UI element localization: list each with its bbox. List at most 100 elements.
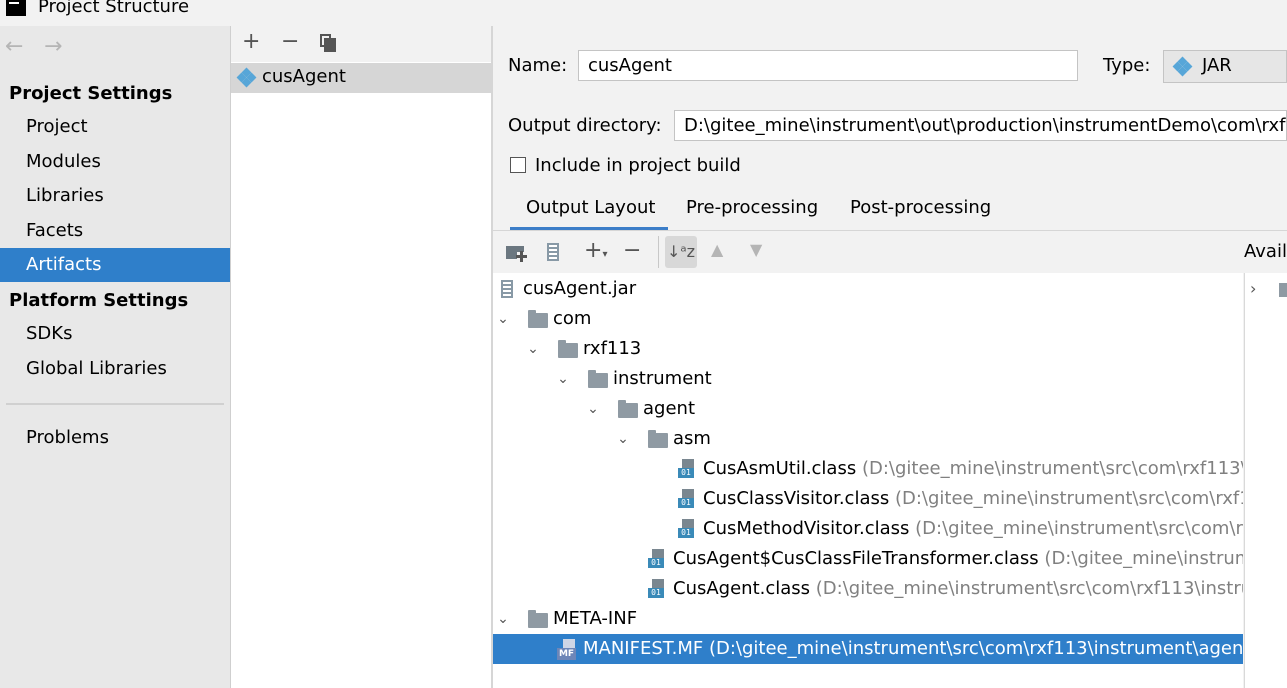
- output-layout-toolbar: +▾ − ↓ᵃz ▲ ▼ Avail: [493, 232, 1287, 272]
- tree-row-label: agent: [643, 398, 695, 419]
- add-icon[interactable]: +: [242, 29, 260, 54]
- tree-row-label: cusAgent.jar: [523, 278, 637, 299]
- tree-row-path: (D:\gitee_mine\instrument\src\com\rxf113…: [815, 578, 1243, 599]
- tabs-divider: [493, 230, 1287, 231]
- chevron-down-icon[interactable]: ⌄: [615, 424, 631, 454]
- output-layout-tree: cusAgent.jar ⌄ com ⌄ rxf113 ⌄ instrument…: [493, 273, 1243, 688]
- tree-row-label: rxf113: [583, 338, 642, 359]
- tree-row-label: CusMethodVisitor.class: [703, 518, 910, 539]
- tree-row-label: MANIFEST.MF: [583, 638, 704, 659]
- tree-row-agent[interactable]: ⌄ agent: [493, 394, 1243, 424]
- tree-row-manifest[interactable]: MF MANIFEST.MF (D:\gitee_mine\instrument…: [493, 634, 1243, 664]
- tree-row-path: (D:\gitee_mine\instrument\src\com\rxf113…: [1044, 548, 1243, 569]
- tree-row-cusasmutil[interactable]: 01 CusAsmUtil.class (D:\gitee_mine\instr…: [493, 454, 1243, 484]
- folder-icon: [528, 610, 548, 628]
- chevron-down-icon[interactable]: ⌄: [555, 364, 571, 394]
- sidebar-item-problems[interactable]: Problems: [0, 421, 230, 455]
- tab-pre-processing[interactable]: Pre-processing: [686, 197, 818, 218]
- sidebar-item-artifacts[interactable]: Artifacts: [0, 248, 230, 282]
- tree-row-path: (D:\gitee_mine\instrument\src\com\rxf113…: [894, 488, 1243, 509]
- folder-icon: [528, 310, 548, 328]
- tab-post-processing[interactable]: Post-processing: [850, 197, 991, 218]
- jar-icon: [501, 280, 513, 298]
- sidebar-divider: [6, 403, 224, 405]
- output-directory-label: Output directory:: [508, 115, 662, 136]
- class-file-icon: 01: [678, 459, 696, 479]
- artifact-name: cusAgent: [262, 66, 346, 87]
- tree-row-jar[interactable]: cusAgent.jar: [493, 274, 1243, 304]
- sidebar-item-modules[interactable]: Modules: [0, 145, 230, 179]
- tree-row-label: asm: [673, 428, 711, 449]
- tree-row-cusclassvisitor[interactable]: 01 CusClassVisitor.class (D:\gitee_mine\…: [493, 484, 1243, 514]
- type-select[interactable]: JAR: [1163, 50, 1287, 83]
- include-in-build-checkbox[interactable]: [510, 157, 526, 173]
- tree-row-label: META-INF: [553, 608, 638, 629]
- remove-element-icon[interactable]: −: [623, 238, 641, 263]
- remove-icon[interactable]: −: [281, 29, 299, 54]
- tree-row-asm[interactable]: ⌄ asm: [493, 424, 1243, 454]
- tree-row-cusagent-transformer[interactable]: 01 CusAgent$CusClassFileTransformer.clas…: [493, 544, 1243, 574]
- artifact-jar-icon: [236, 67, 257, 88]
- available-elements-pane: ›: [1244, 273, 1287, 688]
- copy-icon[interactable]: [320, 34, 336, 52]
- move-down-icon[interactable]: ▼: [750, 240, 762, 259]
- folder-icon: [618, 400, 638, 418]
- chevron-down-icon[interactable]: ⌄: [525, 334, 541, 364]
- tree-row-cusagent[interactable]: 01 CusAgent.class (D:\gitee_mine\instrum…: [493, 574, 1243, 604]
- name-label: Name:: [508, 55, 568, 76]
- tab-output-layout[interactable]: Output Layout: [526, 197, 655, 218]
- name-input[interactable]: cusAgent: [578, 50, 1078, 81]
- manifest-file-icon: MF: [557, 639, 577, 660]
- move-up-icon[interactable]: ▲: [711, 240, 723, 259]
- class-file-icon: 01: [678, 489, 696, 509]
- chevron-down-icon[interactable]: ⌄: [495, 604, 511, 634]
- chevron-down-icon[interactable]: ⌄: [495, 304, 511, 334]
- platform-settings-header: Platform Settings: [9, 290, 189, 311]
- chevron-right-icon[interactable]: ›: [1250, 279, 1256, 298]
- sidebar-item-global-libraries[interactable]: Global Libraries: [0, 352, 230, 386]
- sidebar-item-facets[interactable]: Facets: [0, 214, 230, 248]
- folder-icon: [588, 370, 608, 388]
- available-elements-label: Avail: [1244, 241, 1287, 262]
- output-directory-input[interactable]: D:\gitee_mine\instrument\out\production\…: [674, 110, 1287, 141]
- artifacts-toolbar: + −: [231, 26, 491, 62]
- tree-row-path: (D:\gitee_mine\instrument\src\com\rxf113…: [861, 458, 1243, 479]
- tree-row-meta-inf[interactable]: ⌄ META-INF: [493, 604, 1243, 634]
- chevron-down-icon[interactable]: ⌄: [585, 394, 601, 424]
- tree-row-label: instrument: [613, 368, 712, 389]
- type-value: JAR: [1202, 55, 1232, 76]
- new-directory-icon[interactable]: [506, 246, 527, 262]
- tree-row-path: (D:\gitee_mine\instrument\src\com\rxf113…: [915, 518, 1243, 539]
- tree-row-path: (D:\gitee_mine\instrument\src\com\rxf113…: [708, 638, 1243, 659]
- sidebar-item-project[interactable]: Project: [0, 110, 230, 144]
- class-file-icon: 01: [648, 549, 666, 569]
- create-archive-icon[interactable]: [547, 243, 559, 261]
- forward-arrow-icon[interactable]: →: [44, 34, 62, 59]
- sort-elements-icon[interactable]: ↓ᵃz: [665, 236, 697, 268]
- tree-row-label: CusAsmUtil.class: [703, 458, 857, 479]
- tree-row-com[interactable]: ⌄ com: [493, 304, 1243, 334]
- class-file-icon: 01: [678, 519, 696, 539]
- class-file-icon: 01: [648, 579, 666, 599]
- add-copy-of-icon[interactable]: +▾: [584, 238, 607, 263]
- include-in-build-label: Include in project build: [535, 155, 741, 176]
- tree-row-instrument[interactable]: ⌄ instrument: [493, 364, 1243, 394]
- project-settings-header: Project Settings: [9, 83, 173, 104]
- tree-row-label: CusAgent.class: [673, 578, 811, 599]
- folder-icon: [558, 340, 578, 358]
- sidebar-item-sdks[interactable]: SDKs: [0, 317, 230, 351]
- artifact-list-item[interactable]: cusAgent: [231, 63, 491, 93]
- title-bar: Project Structure: [0, 0, 1287, 26]
- tree-row-label: CusAgent$CusClassFileTransformer.class: [673, 548, 1039, 569]
- tree-row-cusmethodvisitor[interactable]: 01 CusMethodVisitor.class (D:\gitee_mine…: [493, 514, 1243, 544]
- sidebar-item-libraries[interactable]: Libraries: [0, 179, 230, 213]
- intellij-logo-icon: [6, 0, 26, 16]
- artifacts-list-pane: [231, 26, 491, 688]
- tree-row-label: CusClassVisitor.class: [703, 488, 890, 509]
- back-arrow-icon[interactable]: ←: [5, 34, 23, 59]
- folder-icon: [1279, 283, 1287, 297]
- tree-row-label: com: [553, 308, 592, 329]
- type-label: Type:: [1103, 55, 1151, 76]
- tree-row-rxf113[interactable]: ⌄ rxf113: [493, 334, 1243, 364]
- jar-type-icon: [1172, 56, 1193, 77]
